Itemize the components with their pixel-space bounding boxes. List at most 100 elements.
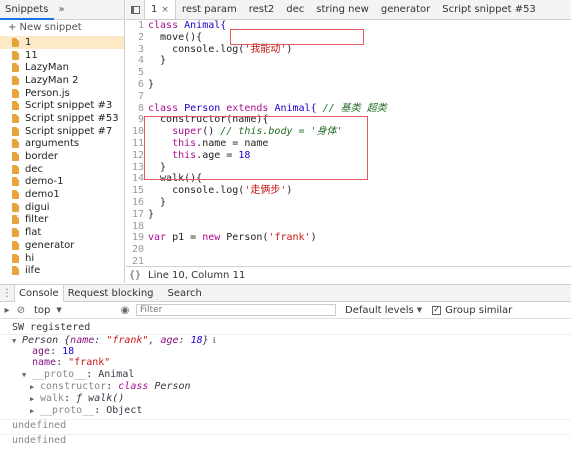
snippet-label: Script snippet #7 xyxy=(25,125,113,137)
snippet-item[interactable]: Script snippet #3 xyxy=(0,99,124,112)
code-token: '我能动' xyxy=(244,43,287,55)
object-property-expandable[interactable]: ▶ __proto__: Object xyxy=(0,405,571,417)
info-badge-icon[interactable]: ℹ xyxy=(213,336,216,345)
snippet-label: generator xyxy=(25,239,75,251)
snippet-item[interactable]: border xyxy=(0,150,124,163)
code-line: 3 console.log('我能动') xyxy=(126,44,571,56)
tab-search[interactable]: Search xyxy=(164,285,206,302)
highlight-box-constructor xyxy=(144,116,368,180)
expand-triangle-icon[interactable]: ▶ xyxy=(30,406,40,418)
snippet-label: iife xyxy=(25,265,41,277)
pretty-print-icon[interactable]: {} xyxy=(126,270,144,281)
code-token: ) xyxy=(310,232,317,244)
snippets-header: Snippets » xyxy=(0,0,124,20)
snippet-label: demo1 xyxy=(25,189,60,201)
log-levels-label: Default levels xyxy=(345,304,414,316)
snippet-item[interactable]: generator xyxy=(0,239,124,252)
object-preview: "frank" xyxy=(106,334,149,346)
code-line: 17} xyxy=(126,209,571,221)
more-tabs-button[interactable]: » xyxy=(54,4,68,15)
tab-snippets[interactable]: Snippets xyxy=(0,0,55,20)
object-preview: 18 xyxy=(190,334,203,346)
console-sidebar-icon[interactable]: ▸ xyxy=(0,305,14,316)
object-preview: } xyxy=(202,334,209,346)
object-property-expandable[interactable]: ▼ __proto__: Animal xyxy=(0,369,571,381)
snippet-item[interactable]: demo1 xyxy=(0,188,124,201)
snippet-item[interactable]: Person.js xyxy=(0,87,124,100)
snippet-item[interactable]: demo-1 xyxy=(0,176,124,189)
close-icon[interactable]: × xyxy=(161,5,169,15)
line-number: 3 xyxy=(137,43,144,55)
code-editor[interactable]: 1 class Animal{ 2 move(){ 3 console.log('… xyxy=(126,20,571,266)
snippet-label: Script snippet #3 xyxy=(25,100,113,112)
highlight-box-move xyxy=(230,29,364,45)
line-number: 10 xyxy=(131,126,144,138)
code-token: 'frank' xyxy=(268,232,311,244)
group-similar-checkbox[interactable]: ✓ xyxy=(432,305,442,315)
snippet-label: border xyxy=(25,151,59,163)
code-token: p1 = xyxy=(166,232,203,244)
code-line: 20 xyxy=(126,244,571,256)
code-token: extends xyxy=(226,102,269,114)
snippet-item[interactable]: iife xyxy=(0,264,124,277)
group-similar-toggle[interactable]: ✓ Group similar xyxy=(432,305,512,316)
editor-tab[interactable]: generator xyxy=(375,0,436,19)
console-toolbar: ▸ ⊘ top ▼ ◉ Default levels ▼ ✓ Group sim… xyxy=(0,302,571,319)
snippet-item[interactable]: hi xyxy=(0,252,124,265)
object-preview: name xyxy=(70,334,95,346)
console-text: undefined xyxy=(12,420,67,432)
object-property: age: 18 xyxy=(32,345,75,357)
snippet-item[interactable]: LazyMan xyxy=(0,61,124,74)
editor-tab[interactable]: dec xyxy=(280,0,310,19)
property-value: Animal xyxy=(98,369,135,381)
line-number: 16 xyxy=(131,196,144,208)
code-line: 5 xyxy=(126,67,571,79)
snippet-item[interactable]: flat xyxy=(0,226,124,239)
snippet-item[interactable]: Script snippet #53 xyxy=(0,112,124,125)
context-selector[interactable]: top ▼ xyxy=(34,305,118,316)
snippet-item[interactable]: LazyMan 2 xyxy=(0,74,124,87)
editor-tab[interactable]: string new xyxy=(310,0,375,19)
file-icon xyxy=(12,139,19,149)
line-number: 18 xyxy=(131,220,144,232)
property-key: name xyxy=(32,357,57,369)
property-key: age xyxy=(32,345,51,357)
line-number: 2 xyxy=(137,31,144,43)
code-token: } xyxy=(148,208,155,220)
snippet-item[interactable]: digui xyxy=(0,201,124,214)
code-token: class xyxy=(148,102,179,114)
snippet-item[interactable]: 1 xyxy=(0,36,124,49)
snippet-item[interactable]: dec xyxy=(0,163,124,176)
tab-request-blocking[interactable]: Request blocking xyxy=(64,285,158,302)
snippet-item[interactable]: arguments xyxy=(0,138,124,151)
property-key: constructor xyxy=(40,380,107,392)
drawer-menu-icon[interactable]: ⋮ xyxy=(0,288,14,299)
snippet-item[interactable]: filter xyxy=(0,214,124,227)
log-levels-dropdown[interactable]: Default levels ▼ xyxy=(345,305,422,316)
code-line: 21 xyxy=(126,256,571,266)
object-property-expandable[interactable]: ▶ constructor: class Person xyxy=(0,381,571,393)
live-expression-eye-icon[interactable]: ◉ xyxy=(118,305,132,316)
clear-console-icon[interactable]: ⊘ xyxy=(14,305,28,316)
snippets-panel: Snippets » + New snippet 1 11 LazyMan LazyM… xyxy=(0,0,125,283)
snippet-item[interactable]: 11 xyxy=(0,49,124,62)
editor-tab[interactable]: rest2 xyxy=(243,0,281,19)
editor-tab[interactable]: rest param xyxy=(176,0,243,19)
property-key: __proto__ xyxy=(40,404,95,416)
toggle-navigator-icon[interactable] xyxy=(126,0,144,19)
editor-tab[interactable]: 1 × xyxy=(144,0,176,19)
filter-input[interactable] xyxy=(136,304,336,316)
editor-tab[interactable]: Script snippet #53 xyxy=(436,0,542,19)
console-object-row[interactable]: ▼ Person {name: "frank", age: 18} ℹ xyxy=(0,333,571,346)
code-line: 6} xyxy=(126,79,571,91)
code-line: 19 var p1 = new Person('frank') xyxy=(126,232,571,244)
new-snippet-button[interactable]: + New snippet xyxy=(0,20,124,36)
snippet-item[interactable]: Script snippet #7 xyxy=(0,125,124,138)
console-drawer: ⋮ Console Request blocking Search ▸ ⊘ to… xyxy=(0,284,571,464)
property-value: ƒ walk() xyxy=(76,392,125,404)
snippet-list: 1 11 LazyMan LazyMan 2 Person.js Script snipp… xyxy=(0,36,124,277)
tab-console[interactable]: Console xyxy=(14,284,64,302)
object-property-expandable[interactable]: ▶ walk: ƒ walk() xyxy=(0,393,571,405)
code-token: var xyxy=(148,232,167,244)
snippet-label: Person.js xyxy=(25,87,70,99)
